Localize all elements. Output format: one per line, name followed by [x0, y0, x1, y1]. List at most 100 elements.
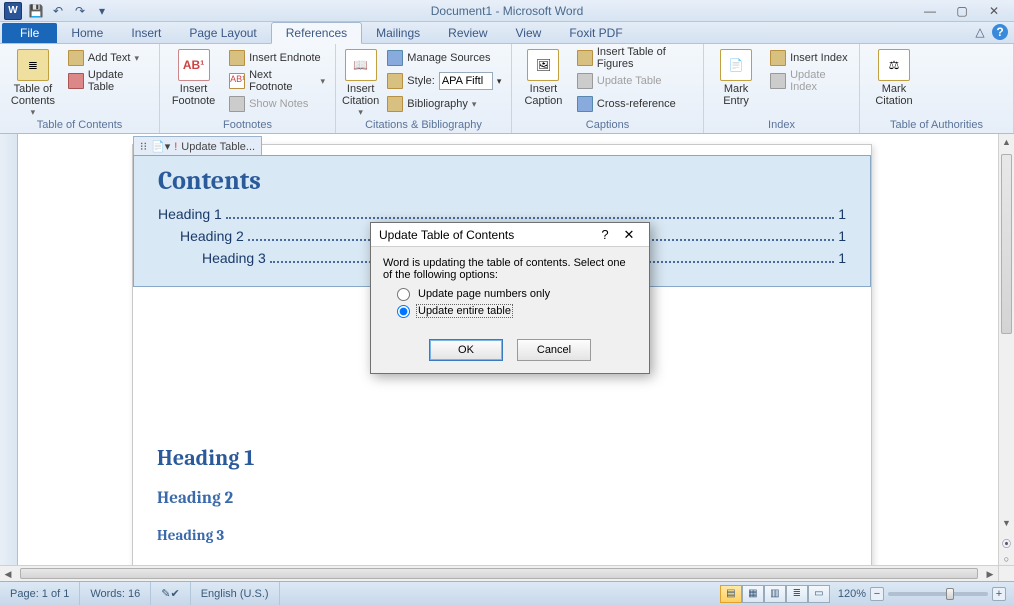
label-page-numbers: Update page numbers only — [416, 287, 552, 301]
zoom-out-button[interactable]: − — [870, 587, 884, 601]
group-label-toc: Table of Contents — [6, 118, 153, 133]
add-text-label: Add Text — [88, 52, 131, 64]
status-words[interactable]: Words: 16 — [80, 582, 151, 605]
cancel-button[interactable]: Cancel — [517, 339, 591, 361]
dialog-close-button[interactable]: ✕ — [617, 227, 641, 243]
mark-entry-button[interactable]: 📄 Mark Entry — [710, 47, 762, 107]
status-bar: Page: 1 of 1 Words: 16 ✎✔ English (U.S.)… — [0, 581, 1014, 605]
insert-figures-label: Insert Table of Figures — [597, 46, 693, 70]
bibliography-button[interactable]: Bibliography — [383, 93, 505, 115]
ribbon-help: △ ? — [972, 24, 1008, 40]
next-footnote-label: Next Footnote — [249, 69, 316, 93]
update-table-label: Update Table — [88, 69, 149, 93]
document-body[interactable]: Heading 1 Heading 2 Heading 3 — [157, 445, 254, 544]
horizontal-scrollbar[interactable]: ◀ ▶ — [0, 565, 998, 581]
vertical-ruler — [0, 134, 18, 581]
dialog-help-button[interactable]: ? — [593, 227, 617, 242]
toc-button-label: Table of Contents — [11, 83, 55, 107]
cross-reference-button[interactable]: Cross-reference — [573, 93, 697, 115]
view-outline[interactable]: ≣ — [786, 585, 808, 603]
caption-icon: 🖼 — [527, 49, 559, 81]
insert-caption-label: Insert Caption — [524, 83, 562, 107]
tab-home[interactable]: Home — [57, 23, 117, 43]
show-notes-button: Show Notes — [225, 93, 329, 115]
view-full-screen[interactable]: ▦ — [742, 585, 764, 603]
vertical-scrollbar[interactable]: ▲ ▼ ⦿ ○ ⦿ — [998, 134, 1014, 581]
style-selector[interactable]: Style: ▾ — [383, 70, 505, 92]
qat-save-icon[interactable]: 💾 — [26, 2, 46, 20]
view-web-layout[interactable]: ▥ — [764, 585, 786, 603]
tab-file[interactable]: File — [2, 23, 57, 43]
toc-line-text: Heading 2 — [180, 228, 244, 244]
tab-review[interactable]: Review — [434, 23, 501, 43]
zoom-level[interactable]: 120% — [838, 588, 866, 600]
insert-index-button[interactable]: Insert Index — [766, 47, 853, 69]
qat-undo-icon[interactable]: ↶ — [48, 2, 68, 20]
tab-page-layout[interactable]: Page Layout — [175, 23, 270, 43]
group-label-authorities: Table of Authorities — [866, 118, 1007, 133]
close-button[interactable]: ✕ — [978, 2, 1010, 20]
mark-citation-button[interactable]: ⚖ Mark Citation — [866, 47, 922, 107]
minimize-ribbon-icon[interactable]: △ — [972, 24, 988, 40]
zoom-slider[interactable] — [888, 592, 988, 596]
cross-reference-label: Cross-reference — [597, 98, 676, 110]
show-notes-label: Show Notes — [249, 98, 308, 110]
table-of-contents-button[interactable]: ≣ Table of Contents — [6, 47, 60, 118]
tab-insert[interactable]: Insert — [117, 23, 175, 43]
title-bar: W 💾 ↶ ↷ ▾ Document1 - Microsoft Word — ▢… — [0, 0, 1014, 22]
style-combobox[interactable] — [439, 72, 493, 90]
status-language[interactable]: English (U.S.) — [191, 582, 280, 605]
prev-page-icon[interactable]: ⦿ — [999, 536, 1014, 551]
vscroll-thumb[interactable] — [1001, 154, 1012, 334]
tab-mailings[interactable]: Mailings — [362, 23, 434, 43]
scroll-right-icon[interactable]: ▶ — [982, 566, 998, 582]
radio-entire-table[interactable] — [397, 305, 410, 318]
ok-button[interactable]: OK — [429, 339, 503, 361]
radio-page-numbers[interactable] — [397, 288, 410, 301]
tab-references[interactable]: References — [271, 22, 362, 44]
dialog-title: Update Table of Contents — [379, 228, 593, 242]
view-print-layout[interactable]: ▤ — [720, 585, 742, 603]
maximize-button[interactable]: ▢ — [946, 2, 978, 20]
qat-customize-icon[interactable]: ▾ — [92, 2, 112, 20]
toc-icon: ≣ — [17, 49, 49, 81]
minimize-button[interactable]: — — [914, 2, 946, 20]
option-update-entire-table[interactable]: Update entire table — [397, 304, 637, 318]
manage-sources-button[interactable]: Manage Sources — [383, 47, 505, 69]
insert-citation-button[interactable]: 📖 Insert Citation — [342, 47, 379, 118]
add-text-button[interactable]: Add Text — [64, 47, 153, 69]
heading-3: Heading 3 — [157, 526, 254, 544]
view-draft[interactable]: ▭ — [808, 585, 830, 603]
tab-view[interactable]: View — [502, 23, 556, 43]
scroll-corner — [998, 565, 1014, 581]
group-label-citations: Citations & Bibliography — [342, 118, 505, 133]
insert-caption-button[interactable]: 🖼 Insert Caption — [518, 47, 569, 107]
status-page[interactable]: Page: 1 of 1 — [0, 582, 80, 605]
quick-access-toolbar: 💾 ↶ ↷ ▾ — [26, 2, 112, 20]
toc-tab-grip-icon: ⁝⁝ — [140, 140, 147, 153]
zoom-in-button[interactable]: + — [992, 587, 1006, 601]
insert-endnote-button[interactable]: Insert Endnote — [225, 47, 329, 69]
zoom-slider-thumb[interactable] — [946, 588, 954, 600]
bibliography-label: Bibliography — [407, 98, 468, 110]
toc-field-tab[interactable]: ⁝⁝ 📄▾ ! Update Table... — [133, 136, 262, 156]
insert-figures-button[interactable]: Insert Table of Figures — [573, 47, 697, 69]
next-footnote-button[interactable]: AB¹Next Footnote — [225, 70, 329, 92]
toc-line-text: Heading 1 — [158, 206, 222, 222]
update-table-button[interactable]: Update Table — [64, 70, 153, 92]
toc-line-1[interactable]: Heading 11 — [158, 206, 846, 222]
group-label-footnotes: Footnotes — [166, 118, 329, 133]
hscroll-thumb[interactable] — [20, 568, 978, 579]
scroll-down-icon[interactable]: ▼ — [999, 515, 1014, 531]
status-proofing[interactable]: ✎✔ — [151, 582, 190, 605]
dialog-buttons: OK Cancel — [371, 331, 649, 373]
browse-object-icon[interactable]: ○ — [999, 551, 1014, 566]
word-app-icon: W — [4, 2, 22, 20]
scroll-up-icon[interactable]: ▲ — [999, 134, 1014, 150]
option-update-page-numbers[interactable]: Update page numbers only — [397, 287, 637, 301]
tab-foxit-pdf[interactable]: Foxit PDF — [555, 23, 636, 43]
scroll-left-icon[interactable]: ◀ — [0, 566, 16, 582]
help-icon[interactable]: ? — [992, 24, 1008, 40]
qat-redo-icon[interactable]: ↷ — [70, 2, 90, 20]
insert-footnote-button[interactable]: AB¹ Insert Footnote — [166, 47, 221, 107]
